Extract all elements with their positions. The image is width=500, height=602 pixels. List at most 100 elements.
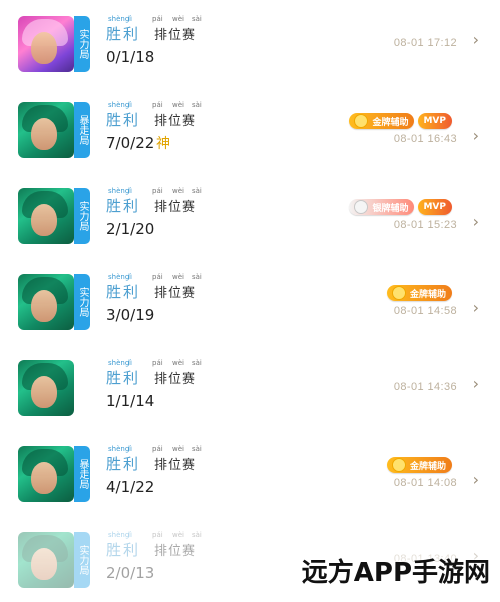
chevron-right-icon[interactable]: › — [473, 212, 479, 231]
pinyin-annotation: shèng — [108, 445, 130, 453]
pinyin-annotation: shèng — [108, 359, 130, 367]
match-time: 08-01 16:43 — [393, 133, 457, 145]
match-type-tag: 实力局 — [74, 532, 90, 588]
chevron-right-icon[interactable]: › — [473, 374, 479, 393]
pinyin-annotation: sài — [192, 359, 202, 367]
badge-label: MVP — [423, 202, 446, 212]
hero-avatar — [18, 102, 74, 158]
pinyin-annotation: shèng — [108, 101, 130, 109]
pinyin-annotation: lì — [128, 15, 132, 23]
silver-medal-icon — [354, 200, 369, 214]
match-result-label: 胜利 — [106, 283, 141, 301]
hero-avatar — [18, 274, 74, 330]
pinyin-annotation: sài — [192, 15, 202, 23]
badge-label: 金牌辅助 — [409, 461, 446, 472]
match-row[interactable]: 暴走局 shèng lì pái wèi sài 胜利 排位赛 4/1/22 金… — [0, 430, 500, 516]
hero-avatar — [18, 446, 74, 502]
match-mode-label: 排位赛 — [154, 372, 197, 387]
watermark-text: 远方APP手游网 — [301, 558, 490, 588]
match-type-tag: 实力局 — [74, 16, 90, 72]
hero-avatar-group: 暴走局 — [18, 446, 90, 502]
match-type-tag: 实力局 — [74, 188, 90, 244]
match-row[interactable]: 实力局 shèng lì pái wèi sài 胜利 排位赛 0/1/18 0… — [0, 0, 500, 86]
match-row[interactable]: 实力局 shèng lì pái wèi sài 胜利 排位赛 3/0/19 金… — [0, 258, 500, 344]
gold-medal-badge: 金牌辅助 — [386, 457, 452, 473]
match-result-label: 胜利 — [106, 111, 141, 129]
chevron-right-icon[interactable]: › — [473, 30, 479, 49]
match-title: shèng lì pái wèi sài 胜利 排位赛 — [106, 15, 216, 43]
pinyin-annotation: wèi — [172, 359, 184, 367]
kda-score: 3/0/19 — [106, 306, 155, 324]
match-mode-label: 排位赛 — [154, 286, 197, 301]
match-history-list: 实力局 shèng lì pái wèi sài 胜利 排位赛 0/1/18 0… — [0, 0, 500, 592]
pinyin-annotation: sài — [192, 101, 202, 109]
pinyin-annotation: pái — [152, 101, 163, 109]
match-type-tag — [74, 360, 90, 416]
match-title: shèng lì pái wèi sài 胜利 排位赛 — [106, 187, 216, 215]
chevron-right-icon[interactable]: › — [473, 126, 479, 145]
pinyin-annotation: lì — [128, 101, 132, 109]
pinyin-annotation: sài — [192, 531, 202, 539]
pinyin-annotation: wèi — [172, 273, 184, 281]
match-row[interactable]: shèng lì pái wèi sài 胜利 排位赛 1/1/14 08-01… — [0, 344, 500, 430]
badge-list: 金牌辅助 — [386, 285, 452, 301]
hero-avatar-group: 暴走局 — [18, 102, 90, 158]
pinyin-annotation: pái — [152, 359, 163, 367]
hero-face-shape — [31, 376, 57, 408]
pinyin-annotation: lì — [128, 273, 132, 281]
hero-avatar-group: 实力局 — [18, 188, 90, 244]
kda-score: 2/1/20 — [106, 220, 155, 238]
gold-medal-icon — [391, 286, 406, 300]
pinyin-annotation: shèng — [108, 531, 130, 539]
pinyin-annotation: lì — [128, 445, 132, 453]
badge-label: 银牌辅助 — [372, 203, 409, 214]
pinyin-annotation: sài — [192, 445, 202, 453]
hero-avatar-group: 实力局 — [18, 16, 90, 72]
hero-face-shape — [31, 204, 57, 236]
mvp-badge: MVP — [418, 113, 452, 129]
match-result-label: 胜利 — [106, 369, 141, 387]
hero-avatar-group: 实力局 — [18, 274, 90, 330]
gold-medal-icon — [354, 114, 369, 128]
pinyin-annotation: shèng — [108, 187, 130, 195]
pinyin-annotation: lì — [128, 531, 132, 539]
match-row[interactable]: 暴走局 shèng lì pái wèi sài 胜利 排位赛 7/0/22 神… — [0, 86, 500, 172]
kda-score: 0/1/18 — [106, 48, 155, 66]
match-result-label: 胜利 — [106, 455, 141, 473]
match-row[interactable]: 实力局 shèng lì pái wèi sài 胜利 排位赛 2/1/20 银… — [0, 172, 500, 258]
pinyin-annotation: pái — [152, 445, 163, 453]
gold-medal-icon — [391, 458, 406, 472]
pinyin-annotation: wèi — [172, 187, 184, 195]
match-mode-label: 排位赛 — [154, 28, 197, 43]
hero-avatar — [18, 188, 74, 244]
match-mode-label: 排位赛 — [154, 200, 197, 215]
badge-label: 金牌辅助 — [372, 117, 409, 128]
kda-score: 7/0/22 — [106, 134, 155, 152]
chevron-right-icon[interactable]: › — [473, 298, 479, 317]
match-type-tag: 实力局 — [74, 274, 90, 330]
pinyin-annotation: sài — [192, 273, 202, 281]
pinyin-annotation: shèng — [108, 273, 130, 281]
badge-list: 银牌辅助 MVP — [349, 199, 452, 215]
match-time: 08-01 15:23 — [393, 219, 457, 231]
match-result-label: 胜利 — [106, 197, 141, 215]
chevron-right-icon[interactable]: › — [473, 470, 479, 489]
match-title: shèng lì pái wèi sài 胜利 排位赛 — [106, 101, 216, 129]
pinyin-annotation: shèng — [108, 15, 130, 23]
match-mode-label: 排位赛 — [154, 544, 197, 559]
pinyin-annotation: wèi — [172, 445, 184, 453]
kda-score: 4/1/22 — [106, 478, 155, 496]
pinyin-annotation: pái — [152, 187, 163, 195]
match-title: shèng lì pái wèi sài 胜利 排位赛 — [106, 445, 216, 473]
pinyin-annotation: wèi — [172, 101, 184, 109]
kda-score: 1/1/14 — [106, 392, 155, 410]
hero-avatar — [18, 16, 74, 72]
hero-face-shape — [31, 32, 57, 64]
hero-face-shape — [31, 118, 57, 150]
match-result-label: 胜利 — [106, 25, 141, 43]
hero-avatar-group — [18, 360, 90, 416]
match-type-tag: 暴走局 — [74, 102, 90, 158]
hero-face-shape — [31, 462, 57, 494]
pinyin-annotation: lì — [128, 187, 132, 195]
hero-avatar — [18, 360, 74, 416]
